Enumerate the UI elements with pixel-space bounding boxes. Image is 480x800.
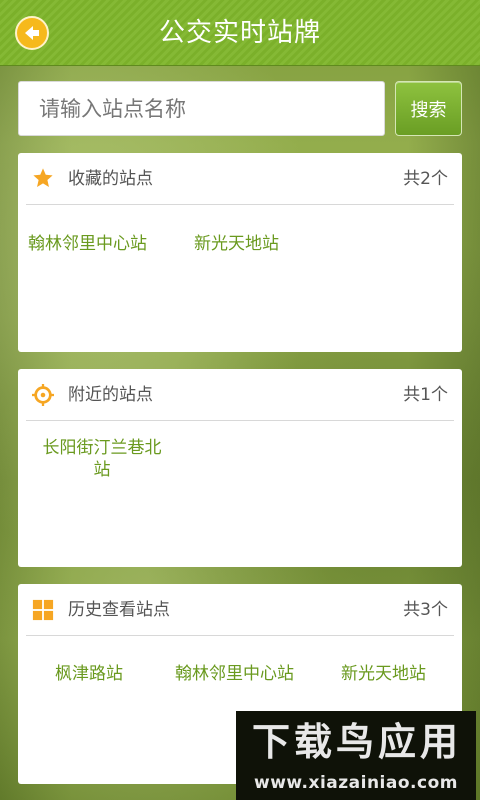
history-title: 历史查看站点 [68,600,170,620]
divider [26,204,454,205]
history-station-item[interactable]: 枫津路站 [55,663,123,685]
favorites-title: 收藏的站点 [68,169,153,189]
nearby-count: 共1个 [403,385,448,405]
nearby-station-line: 长阳街汀兰巷北 [42,438,162,458]
watermark-logo: 下载鸟应用 [251,720,462,764]
history-station-item[interactable]: 翰林邻里中心站 [175,663,294,685]
history-station-item[interactable]: 新光天地站 [341,663,426,685]
app-header: 公交实时站牌 [0,0,480,66]
nearby-station-line: 站 [93,460,111,480]
nearby-station-item[interactable]: 长阳街汀兰巷北 站 [28,437,176,481]
favorites-count: 共2个 [403,169,448,189]
history-header: 历史查看站点 共3个 [18,584,462,636]
nearby-card: 附近的站点 共1个 长阳街汀兰巷北 站 [18,369,462,567]
favorite-station-item[interactable]: 新光天地站 [194,233,279,255]
watermark-url: www.xiazainiao.com [254,773,458,793]
search-button[interactable]: 搜索 [395,81,462,136]
divider [26,420,454,421]
watermark: 下载鸟应用 www.xiazainiao.com [236,711,476,800]
history-count: 共3个 [403,600,448,620]
search-input[interactable] [18,81,385,136]
nearby-title: 附近的站点 [68,385,153,405]
page-title: 公交实时站牌 [158,18,321,48]
favorite-station-item[interactable]: 翰林邻里中心站 [28,233,147,255]
grid-icon [32,599,54,621]
location-target-icon [32,384,54,406]
divider [26,635,454,636]
favorites-card: 收藏的站点 共2个 翰林邻里中心站 新光天地站 [18,153,462,352]
star-icon [33,168,53,187]
nearby-header: 附近的站点 共1个 [18,369,462,421]
favorites-header: 收藏的站点 共2个 [18,153,462,205]
